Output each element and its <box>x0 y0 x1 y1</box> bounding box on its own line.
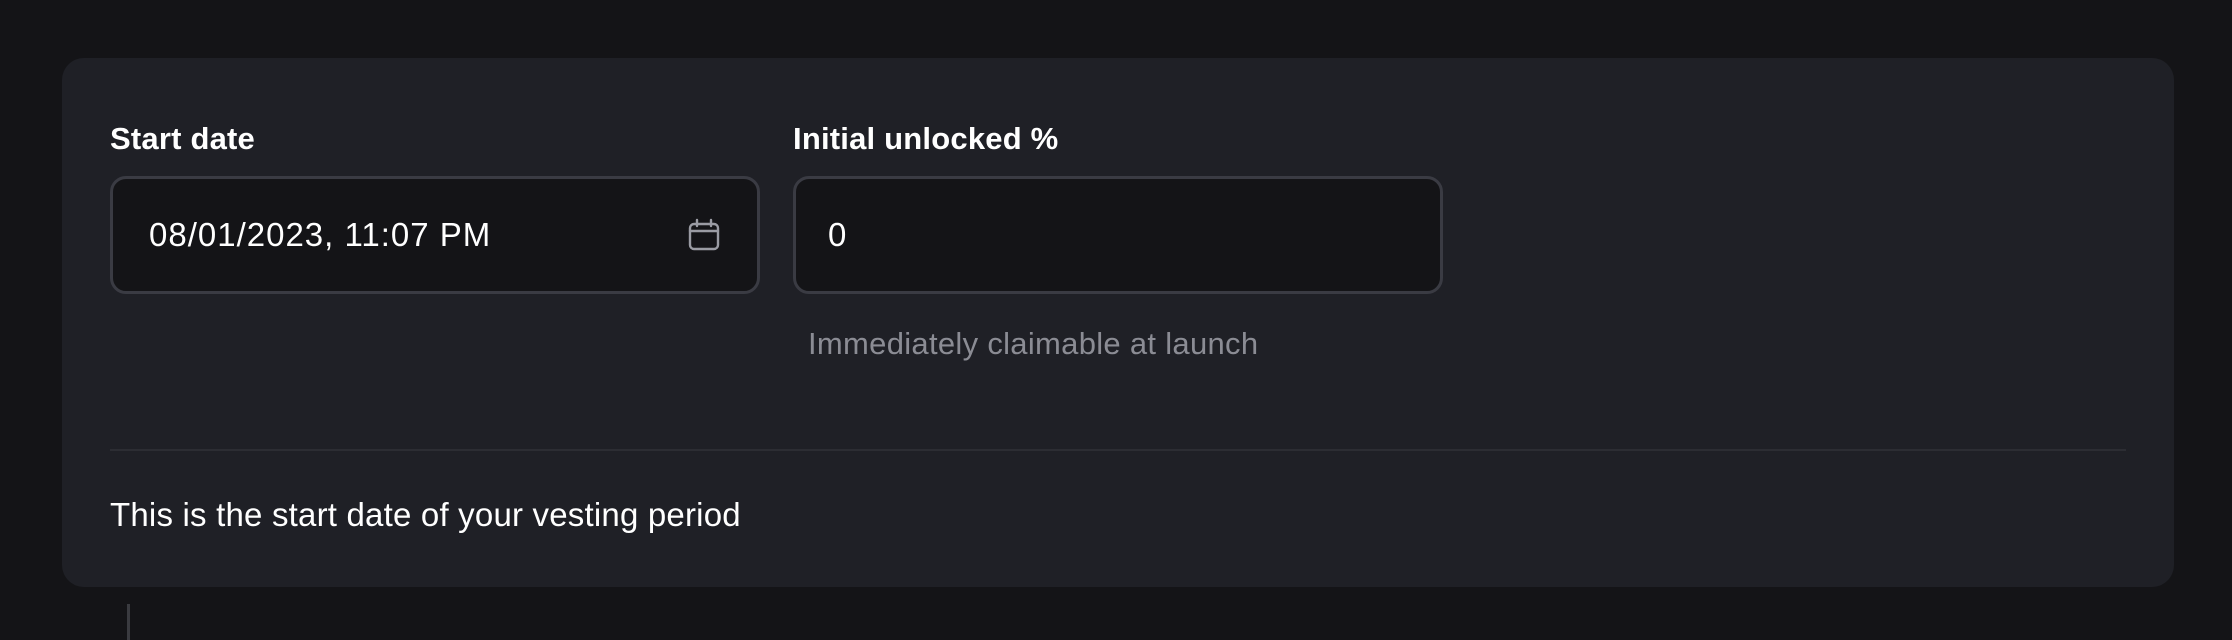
start-date-label: Start date <box>110 121 255 156</box>
initial-unlocked-value[interactable]: 0 <box>796 216 1440 254</box>
initial-unlocked-helper: Immediately claimable at launch <box>808 326 1259 361</box>
initial-unlocked-label: Initial unlocked % <box>793 121 1059 156</box>
timeline-connector <box>127 604 130 640</box>
divider <box>110 449 2126 451</box>
start-date-value[interactable]: 08/01/2023, 11:07 PM <box>113 216 687 254</box>
page: Start date 08/01/2023, 11:07 PM Initial … <box>0 0 2232 640</box>
calendar-icon[interactable] <box>687 218 721 252</box>
vesting-settings-card: Start date 08/01/2023, 11:07 PM Initial … <box>62 58 2174 587</box>
start-date-description: This is the start date of your vesting p… <box>110 496 741 533</box>
start-date-input[interactable]: 08/01/2023, 11:07 PM <box>110 176 760 294</box>
initial-unlocked-input[interactable]: 0 <box>793 176 1443 294</box>
